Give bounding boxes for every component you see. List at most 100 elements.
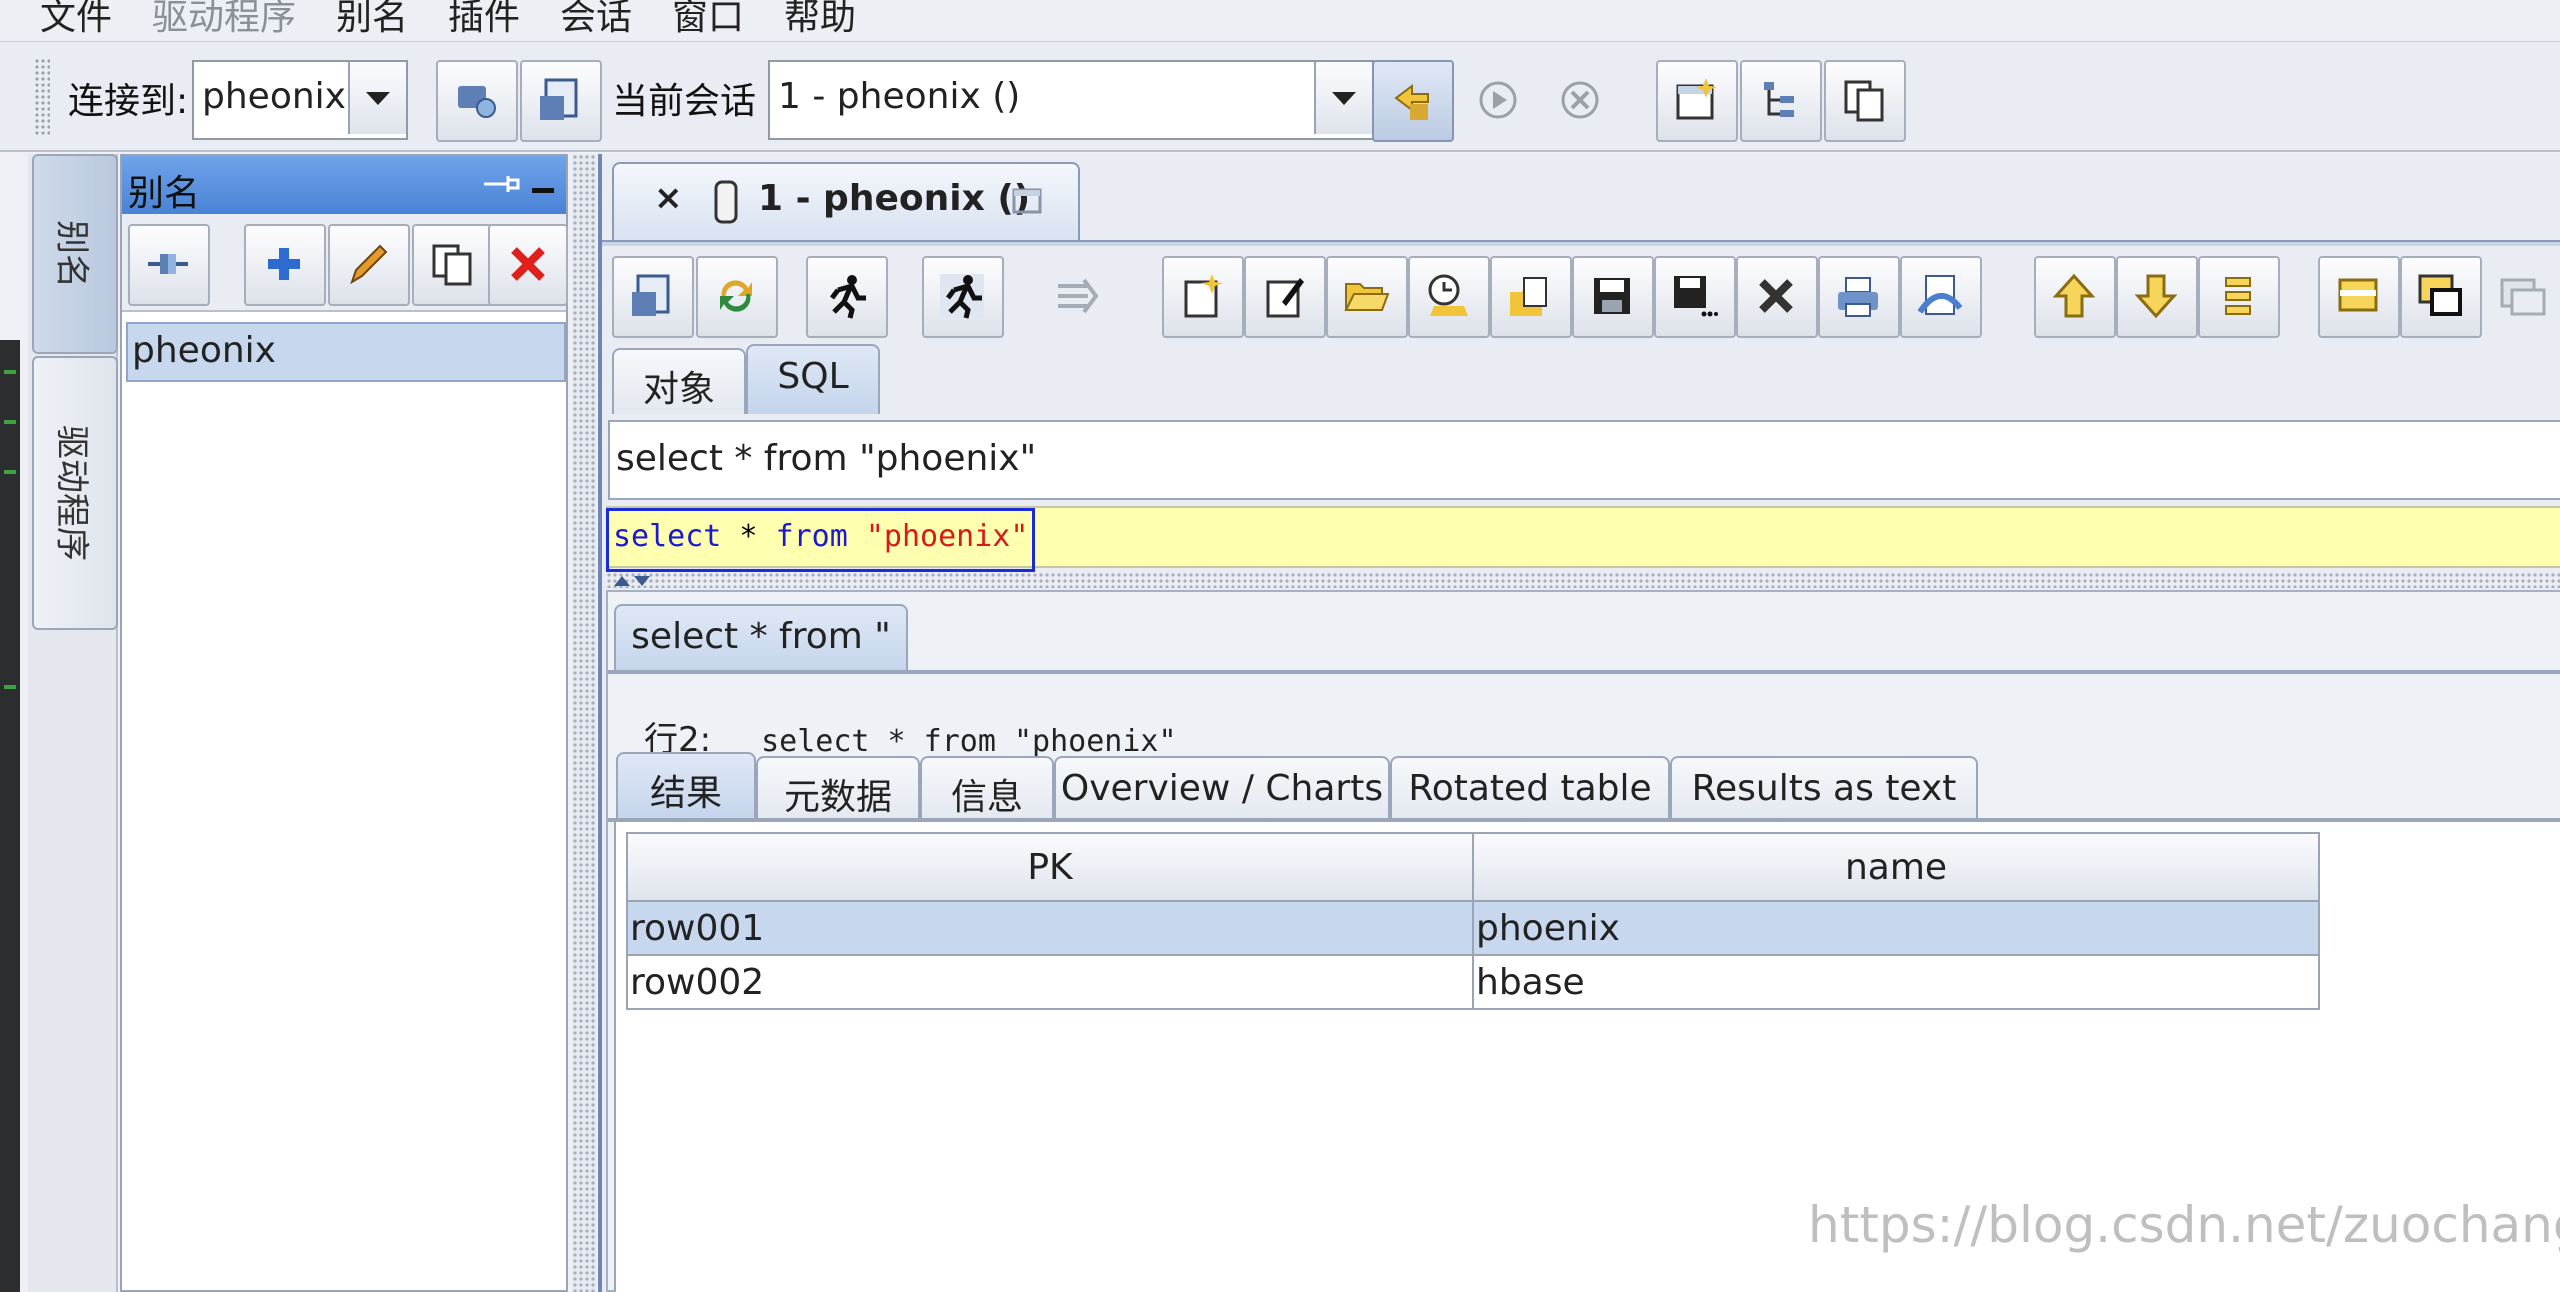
add-alias-button[interactable] — [244, 224, 326, 306]
edit-file-button[interactable] — [1244, 256, 1326, 338]
select-sql-button[interactable] — [2198, 256, 2280, 338]
table-cell[interactable]: phoenix — [1472, 900, 2320, 956]
running-man-icon — [940, 274, 984, 319]
result-query-tab[interactable]: select * from " — [614, 604, 908, 674]
new-document-icon — [1676, 78, 1717, 120]
tab-metadata[interactable]: 元数据 — [756, 756, 920, 822]
tab-results[interactable]: 结果 — [616, 752, 756, 822]
alias-list-item[interactable]: pheonix — [126, 322, 566, 382]
menu-plugins[interactable]: 插件 — [448, 0, 520, 40]
table-cell[interactable]: row001 — [626, 900, 1474, 956]
vertical-splitter[interactable] — [572, 154, 596, 1292]
recent-files-button[interactable] — [1408, 256, 1490, 338]
edit-alias-button[interactable] — [328, 224, 410, 306]
tab-rotated-table[interactable]: Rotated table — [1390, 756, 1670, 822]
delete-alias-button[interactable] — [488, 224, 568, 306]
object-tree-button[interactable] — [1740, 60, 1822, 142]
refresh-button[interactable] — [696, 256, 778, 338]
edit-document-icon — [1266, 278, 1304, 318]
run-button[interactable] — [1458, 60, 1540, 142]
menu-drivers[interactable]: 驱动程序 — [152, 0, 296, 40]
play-circle-icon — [1479, 81, 1517, 119]
sql-editor[interactable]: select * from "phoenix" — [606, 506, 2560, 572]
tab-metadata-label: 元数据 — [783, 777, 892, 818]
new-sql-button[interactable] — [612, 256, 694, 338]
execute-sql-button[interactable] — [806, 256, 888, 338]
sql-editor-line[interactable]: select * from "phoenix" — [606, 508, 1036, 572]
undock-icon[interactable] — [1010, 182, 1046, 218]
print-button[interactable] — [1818, 256, 1900, 338]
result-tab-underline — [608, 670, 2560, 674]
new-document-icon — [1184, 274, 1223, 318]
connect-alias-button[interactable] — [128, 224, 210, 306]
tab-info[interactable]: 信息 — [920, 756, 1054, 822]
tab-aliases-label: 别名 — [51, 220, 92, 288]
session-tab[interactable]: × 1 - pheonix () — [612, 162, 1080, 242]
menu-help[interactable]: 帮助 — [784, 0, 856, 40]
close-icon — [1759, 279, 1793, 313]
refresh-session-button[interactable] — [1372, 60, 1454, 142]
menu-aliases[interactable]: 别名 — [336, 0, 408, 40]
close-session-tab-button[interactable]: × — [654, 178, 683, 218]
execute-selected-button[interactable] — [922, 256, 1004, 338]
close-file-button[interactable] — [1736, 256, 1818, 338]
menu-window[interactable]: 窗口 — [672, 0, 744, 40]
copy-window-button[interactable] — [1824, 60, 1906, 142]
tab-sql-label: SQL — [777, 356, 849, 397]
tab-drivers-label: 驱动程序 — [51, 425, 92, 561]
sql-worksheet-button[interactable] — [520, 60, 602, 142]
left-tab-strip: 别名 驱动程序 — [28, 154, 118, 1292]
toolbar-grip[interactable] — [34, 58, 50, 136]
chevron-down-icon[interactable] — [348, 62, 406, 134]
folder-open-icon — [1344, 283, 1390, 311]
tab-results-as-text[interactable]: Results as text — [1670, 756, 1978, 822]
save-as-button[interactable] — [1654, 256, 1736, 338]
minimize-icon[interactable] — [530, 172, 556, 196]
new-session-button[interactable] — [436, 60, 518, 142]
stop-button[interactable] — [1540, 60, 1622, 142]
table-row[interactable]: row002 hbase — [626, 954, 2320, 1010]
copy-alias-button[interactable] — [412, 224, 494, 306]
step-button[interactable] — [1038, 256, 1120, 338]
tab-sql[interactable]: SQL — [746, 344, 880, 414]
plus-icon — [268, 248, 300, 280]
table-cell[interactable]: row002 — [626, 954, 1474, 1010]
background-window-edge — [0, 340, 20, 1292]
sql-history-combo[interactable]: select * from "phoenix" — [608, 420, 2560, 500]
table-cell[interactable]: hbase — [1472, 954, 2320, 1010]
save-button[interactable] — [1572, 256, 1654, 338]
file-append-icon — [1510, 277, 1547, 316]
pin-icon[interactable] — [482, 172, 522, 196]
window-stack-icon — [2500, 278, 2546, 316]
disabled-toolbar-button[interactable] — [2482, 256, 2560, 338]
new-file-button[interactable] — [1162, 256, 1244, 338]
column-header-name[interactable]: name — [1472, 832, 2320, 902]
tab-overview-charts[interactable]: Overview / Charts — [1054, 756, 1390, 822]
menu-session[interactable]: 会话 — [560, 0, 632, 40]
session-combo[interactable]: 1 - pheonix () — [768, 60, 1374, 140]
previous-sql-button[interactable] — [2034, 256, 2116, 338]
session-label: 当前会话 — [612, 81, 757, 122]
tree-icon — [1764, 82, 1794, 117]
tab-info-label: 信息 — [950, 777, 1023, 818]
refresh-icon — [1394, 84, 1429, 120]
undock-results-button[interactable] — [2400, 256, 2482, 338]
print-preview-button[interactable] — [1900, 256, 1982, 338]
next-sql-button[interactable] — [2116, 256, 2198, 338]
splitter-arrows-icon[interactable] — [612, 572, 652, 588]
tab-objects[interactable]: 对象 — [612, 348, 746, 414]
table-row[interactable]: row001 phoenix — [626, 900, 2320, 956]
chevron-down-icon[interactable] — [1314, 62, 1372, 134]
plug-icon — [148, 254, 188, 274]
alias-list-item-label: pheonix — [132, 330, 276, 371]
tab-aliases-vertical[interactable]: 别名 — [32, 154, 118, 354]
menu-file[interactable]: 文件 — [40, 0, 112, 40]
connect-combo[interactable]: pheonix — [192, 60, 408, 140]
column-header-pk[interactable]: PK — [626, 832, 1474, 902]
append-file-button[interactable] — [1490, 256, 1572, 338]
new-window-button[interactable] — [1656, 60, 1738, 142]
editor-results-splitter[interactable] — [606, 572, 2560, 588]
open-file-button[interactable] — [1326, 256, 1408, 338]
toggle-result-tabs-button[interactable] — [2318, 256, 2400, 338]
tab-drivers-vertical[interactable]: 驱动程序 — [32, 356, 118, 630]
